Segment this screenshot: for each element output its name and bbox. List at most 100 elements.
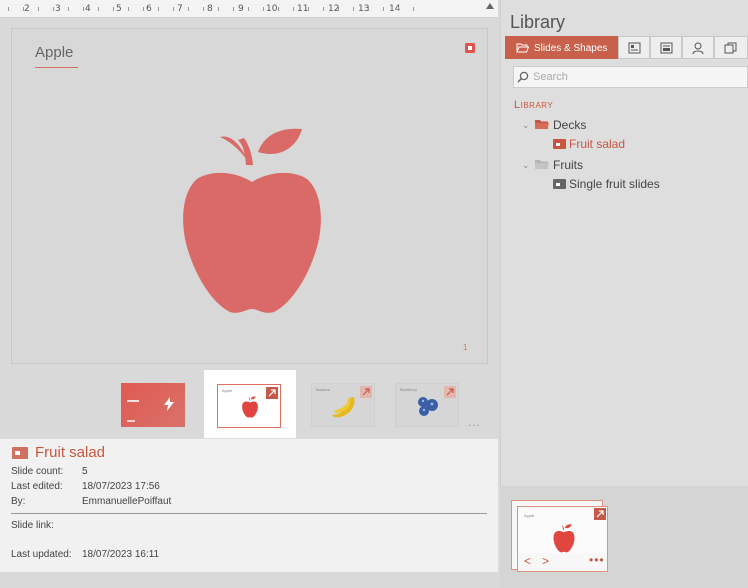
ruler-label: 10 (266, 4, 278, 14)
ruler-tick (143, 7, 144, 11)
ruler-label: 4 (85, 4, 91, 14)
tab-slides-shapes[interactable]: Slides & Shapes (505, 36, 618, 59)
ruler-tick (83, 7, 84, 11)
ruler-label: 8 (207, 4, 213, 14)
ruler-tick (353, 7, 354, 11)
ruler-label: 3 (55, 4, 61, 14)
slide-count-label: Slide count: (11, 466, 64, 477)
tree-item-single-fruit-slides[interactable]: Single fruit slides (569, 177, 660, 191)
preview-title: Apple (524, 513, 535, 518)
blueberry-icon (418, 397, 438, 416)
apple-icon (242, 396, 258, 418)
library-tabbar: Slides & Shapes (505, 36, 748, 59)
ruler-tick (233, 7, 234, 11)
last-edited-label: Last edited: (11, 481, 63, 492)
person-icon (692, 42, 704, 55)
last-updated-value: 18/07/2023 16:11 (82, 549, 160, 560)
thumb-text-line (127, 420, 135, 422)
chevron-down-icon[interactable]: ⌄ (522, 160, 530, 171)
ruler-tick (383, 7, 384, 11)
ruler-tick (263, 7, 264, 11)
ruler-tick (38, 7, 39, 11)
ruler-tick (68, 7, 69, 11)
last-updated-label: Last updated: (11, 549, 72, 560)
ruler-tick (173, 7, 174, 11)
more-options-icon[interactable]: ••• (589, 553, 605, 567)
ruler-tick (248, 7, 249, 11)
previous-arrow-icon[interactable]: < (524, 554, 531, 568)
template-icon (660, 42, 673, 54)
ruler-tick (53, 7, 54, 11)
deck-icon (12, 447, 28, 459)
deck-icon (553, 179, 566, 189)
ruler-tick (308, 7, 309, 11)
layout-icon (628, 42, 641, 54)
slide-thumbnail[interactable]: Banana (311, 383, 375, 427)
thumb-title: Apple (222, 388, 233, 393)
ruler-tick (293, 7, 294, 11)
lightning-icon (164, 397, 174, 411)
ruler-tick (278, 7, 279, 11)
by-label: By: (11, 496, 26, 507)
deck-icon (553, 139, 566, 149)
next-arrow-icon[interactable]: > (542, 554, 549, 568)
deck-name[interactable]: Fruit salad (35, 444, 105, 461)
library-heading: Library (510, 12, 566, 32)
tree-item-fruits[interactable]: Fruits (553, 158, 583, 172)
ruler-tick (323, 7, 324, 11)
author-value: EmmanuellePoiffaut (82, 496, 172, 507)
slide-count-value: 5 (82, 466, 88, 477)
banana-icon (332, 397, 355, 418)
link-icon (360, 386, 372, 398)
slide-thumbnail[interactable]: Blueberry (395, 383, 459, 427)
ruler-label: 5 (116, 4, 122, 14)
search-placeholder: Search (533, 71, 568, 83)
slide-canvas[interactable]: Apple 1 (11, 28, 488, 364)
search-icon (517, 71, 529, 83)
link-icon (594, 508, 606, 520)
slide-thumbnail[interactable] (121, 383, 185, 427)
ruler-tick (413, 7, 414, 11)
apple-shape[interactable] (172, 107, 332, 317)
scroll-up-arrow-icon[interactable] (486, 3, 494, 9)
folder-icon (535, 120, 549, 129)
chevron-down-icon[interactable]: ⌄ (522, 120, 530, 131)
thumb-text-line (127, 400, 139, 402)
ruler-tick (23, 7, 24, 11)
ruler-tick (158, 7, 159, 11)
ruler-label: 6 (146, 4, 152, 14)
slide-title[interactable]: Apple (35, 44, 73, 61)
ruler-tick (218, 7, 219, 11)
slide-status-icon[interactable] (465, 43, 475, 53)
ruler-label: 11 (297, 4, 309, 14)
slide-link-label: Slide link: (11, 520, 54, 531)
divider (11, 513, 487, 514)
tab-people[interactable] (682, 36, 714, 59)
copy-icon (724, 42, 737, 54)
ruler-tick (8, 7, 9, 11)
slide-number: 1 (463, 343, 468, 352)
ruler-tick (128, 7, 129, 11)
folder-open-icon (516, 43, 529, 53)
ruler-tick (113, 7, 114, 11)
tab-templates[interactable] (650, 36, 682, 59)
tab-layouts[interactable] (618, 36, 650, 59)
folder-icon (535, 160, 549, 169)
more-thumbnails-icon[interactable]: ... (468, 415, 481, 429)
tab-copies[interactable] (714, 36, 748, 59)
thumb-title: Blueberry (400, 387, 418, 392)
ruler-label: 2 (24, 4, 30, 14)
ruler-tick (338, 7, 339, 11)
horizontal-ruler: 2 3 4 5 6 7 8 9 10 11 12 13 14 (0, 0, 498, 18)
tree-item-decks[interactable]: Decks (553, 118, 586, 132)
ruler-tick (368, 7, 369, 11)
apple-icon (553, 524, 575, 553)
link-icon (266, 387, 278, 399)
tree-item-fruit-salad[interactable]: Fruit salad (569, 137, 625, 151)
link-icon (444, 386, 456, 398)
ruler-label: 9 (238, 4, 244, 14)
ruler-tick (398, 7, 399, 11)
slide-thumbnail-selected[interactable]: Apple (217, 384, 281, 428)
library-section-label: Library (514, 99, 554, 111)
tab-label: Slides & Shapes (534, 43, 608, 54)
